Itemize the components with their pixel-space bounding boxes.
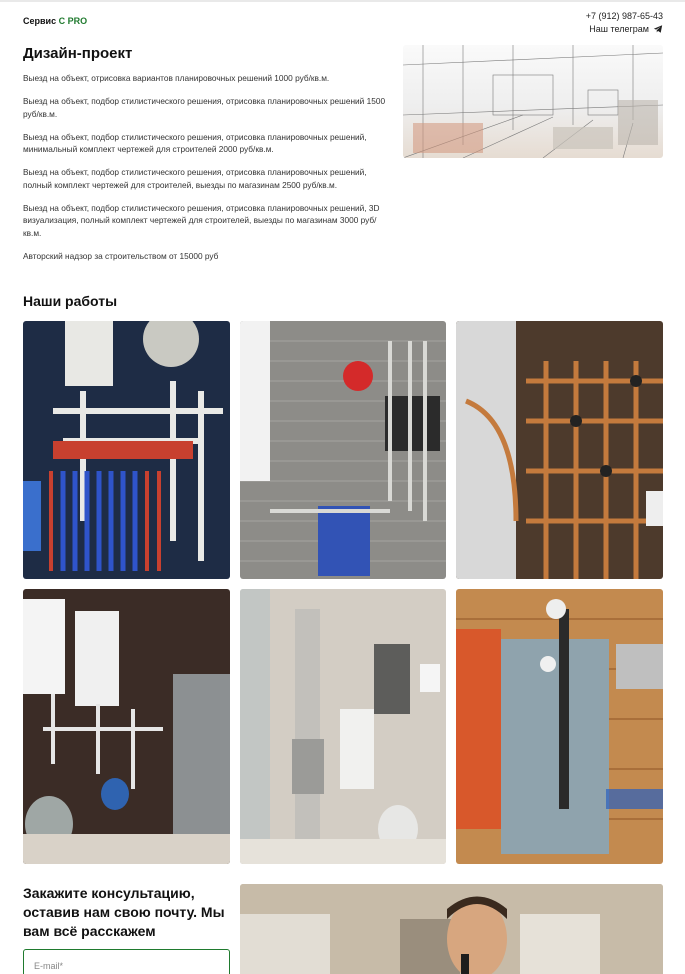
phone-link[interactable]: +7 (912) 987-65-43 xyxy=(586,11,663,21)
interior-sketch-image xyxy=(403,45,663,158)
design-item: Выезд на объект, подбор стилистического … xyxy=(23,202,380,238)
design-item: Выезд на объект, отрисовка вариантов пла… xyxy=(23,73,330,83)
work-photo[interactable] xyxy=(456,321,663,579)
logo-accent: С PRO xyxy=(58,16,88,26)
email-field[interactable] xyxy=(23,949,230,974)
work-photo[interactable] xyxy=(240,321,446,579)
design-title: Дизайн-проект xyxy=(23,45,133,62)
design-item: Авторский надзор за строительством от 15… xyxy=(23,250,219,261)
design-item: Выезд на объект, подбор стилистического … xyxy=(23,96,386,119)
design-item: Выезд на объект, подбор стилистического … xyxy=(23,131,367,155)
consultant-photo xyxy=(240,884,663,974)
telegram-label: Наш телеграм xyxy=(589,24,649,34)
logo[interactable]: Сервис С PRO xyxy=(23,16,87,26)
top-divider xyxy=(0,0,685,2)
logo-main: Сервис xyxy=(23,16,59,26)
work-photo[interactable] xyxy=(240,589,446,864)
design-item: Выезд на объект, подбор стилистического … xyxy=(23,167,367,190)
telegram-icon xyxy=(653,25,663,33)
cta-title: Закажите консультацию, оставив нам свою … xyxy=(23,885,225,939)
work-photo[interactable] xyxy=(456,589,663,864)
design-price-list: Выезд на объект, отрисовка вариантов пла… xyxy=(23,72,393,273)
works-title: Наши работы xyxy=(23,293,118,309)
work-photo[interactable] xyxy=(23,589,230,864)
telegram-link[interactable]: Наш телеграм xyxy=(589,24,663,34)
work-photo[interactable] xyxy=(23,321,230,579)
